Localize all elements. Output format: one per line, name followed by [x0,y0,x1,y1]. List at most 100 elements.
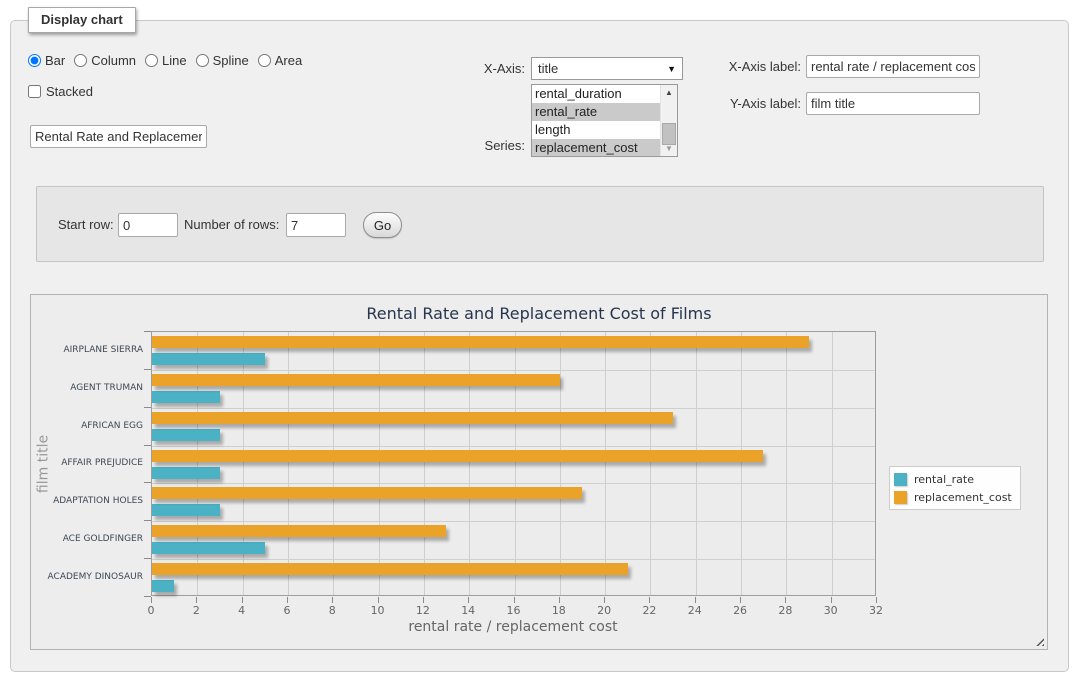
legend-swatch-replacement_cost [894,491,907,504]
chart-title: Rental Rate and Replacement Cost of Film… [31,304,1047,323]
x-tick-label: 4 [222,604,262,617]
chart-type-radio-area[interactable] [258,54,271,67]
bar-replacement_cost [152,487,582,499]
gridline [696,332,697,595]
rows-panel: Start row: Number of rows: Go [36,186,1044,262]
x-tick-label: 8 [312,604,352,617]
chart-type-radio-label: Line [162,53,187,68]
legend-label: replacement_cost [914,491,1012,504]
series-multiselect[interactable]: rental_durationrental_ratelengthreplacem… [531,84,678,157]
y-tick-mark [144,369,151,370]
scroll-down-icon[interactable]: ▼ [661,141,677,156]
chart-type-radio-column[interactable] [74,54,87,67]
x-axis-select[interactable]: title ▼ [531,57,683,80]
category-label: ACADEMY DINOSAUR [31,558,143,596]
x-tick-label: 30 [811,604,851,617]
x-tick-mark [423,597,424,603]
chart-type-option-spline[interactable]: Spline [196,53,249,68]
chart-title-input[interactable] [30,125,207,148]
x-tick-mark [604,597,605,603]
chart-type-radio-line[interactable] [145,54,158,67]
x-tick-label: 28 [765,604,805,617]
x-tick-mark [831,597,832,603]
gridline [152,483,875,484]
y-tick-mark [144,520,151,521]
stacked-checkbox[interactable] [28,85,41,98]
bar-rental_rate [152,580,174,592]
resize-grip-icon[interactable] [1033,635,1044,646]
chart-type-radio-spline[interactable] [196,54,209,67]
gridline [152,408,875,409]
x-tick-mark [876,597,877,603]
chart-legend: rental_rate replacement_cost [889,466,1021,510]
y-axis-label-input[interactable] [806,92,980,115]
x-tick-mark [196,597,197,603]
chart-type-radio-label: Spline [213,53,249,68]
category-label: ADAPTATION HOLES [31,482,143,520]
gridline [152,446,875,447]
bar-replacement_cost [152,412,673,424]
gridline [152,370,875,371]
gridline [515,332,516,595]
category-label: AIRPLANE SIERRA [31,331,143,369]
x-tick-mark [785,597,786,603]
num-rows-input[interactable] [286,213,346,237]
gridline [832,332,833,595]
category-label: AGENT TRUMAN [31,369,143,407]
stacked-label: Stacked [46,84,93,99]
category-label: AFFAIR PREJUDICE [31,445,143,483]
gridline [152,521,875,522]
x-axis-label-caption: X-Axis label: [697,59,801,74]
legend-row: replacement_cost [894,488,1012,506]
gridline [197,332,198,595]
y-tick-mark [144,445,151,446]
go-button[interactable]: Go [363,212,402,238]
x-tick-label: 32 [856,604,896,617]
bar-replacement_cost [152,374,560,386]
series-option-length[interactable]: length [532,121,660,139]
y-tick-mark [144,482,151,483]
x-tick-mark [740,597,741,603]
series-option-rental_duration[interactable]: rental_duration [532,85,660,103]
y-axis-label-caption: Y-Axis label: [697,96,801,111]
chart-type-option-column[interactable]: Column [74,53,136,68]
gridline [560,332,561,595]
series-option-replacement_cost[interactable]: replacement_cost [532,139,660,156]
bar-rental_rate [152,429,220,441]
num-rows-label: Number of rows: [184,217,279,232]
series-scrollbar[interactable]: ▲ ▼ [660,85,677,156]
chart-type-option-area[interactable]: Area [258,53,302,68]
chart-type-option-line[interactable]: Line [145,53,187,68]
start-row-input[interactable] [118,213,178,237]
start-row-label: Start row: [58,217,114,232]
gridline [379,332,380,595]
gridline [152,559,875,560]
x-tick-mark [514,597,515,603]
y-tick-mark [144,407,151,408]
stacked-checkbox-group[interactable]: Stacked [28,84,93,99]
category-label: ACE GOLDFINGER [31,520,143,558]
plot-area [151,331,876,596]
legend-label: rental_rate [914,473,974,486]
x-tick-mark [695,597,696,603]
x-tick-label: 26 [720,604,760,617]
series-label: Series: [420,138,525,153]
legend-row: rental_rate [894,470,1012,488]
scroll-up-icon[interactable]: ▲ [661,85,677,100]
chart-type-option-bar[interactable]: Bar [28,53,65,68]
x-tick-mark [332,597,333,603]
chart-type-radio-group: Bar Column Line Spline Area [28,53,311,68]
category-labels: AIRPLANE SIERRAAGENT TRUMANAFRICAN EGGAF… [31,331,143,596]
y-tick-mark [144,596,151,597]
gridline [786,332,787,595]
x-axis-title: rental rate / replacement cost [313,619,713,635]
bar-replacement_cost [152,336,809,348]
fieldset-legend-title: Display chart [28,7,136,33]
x-tick-label: 14 [448,604,488,617]
series-option-rental_rate[interactable]: rental_rate [532,103,660,121]
x-tick-mark [649,597,650,603]
x-tick-label: 16 [494,604,534,617]
x-axis-label-input[interactable] [806,55,980,78]
chart-type-radio-bar[interactable] [28,54,41,67]
gridline [605,332,606,595]
